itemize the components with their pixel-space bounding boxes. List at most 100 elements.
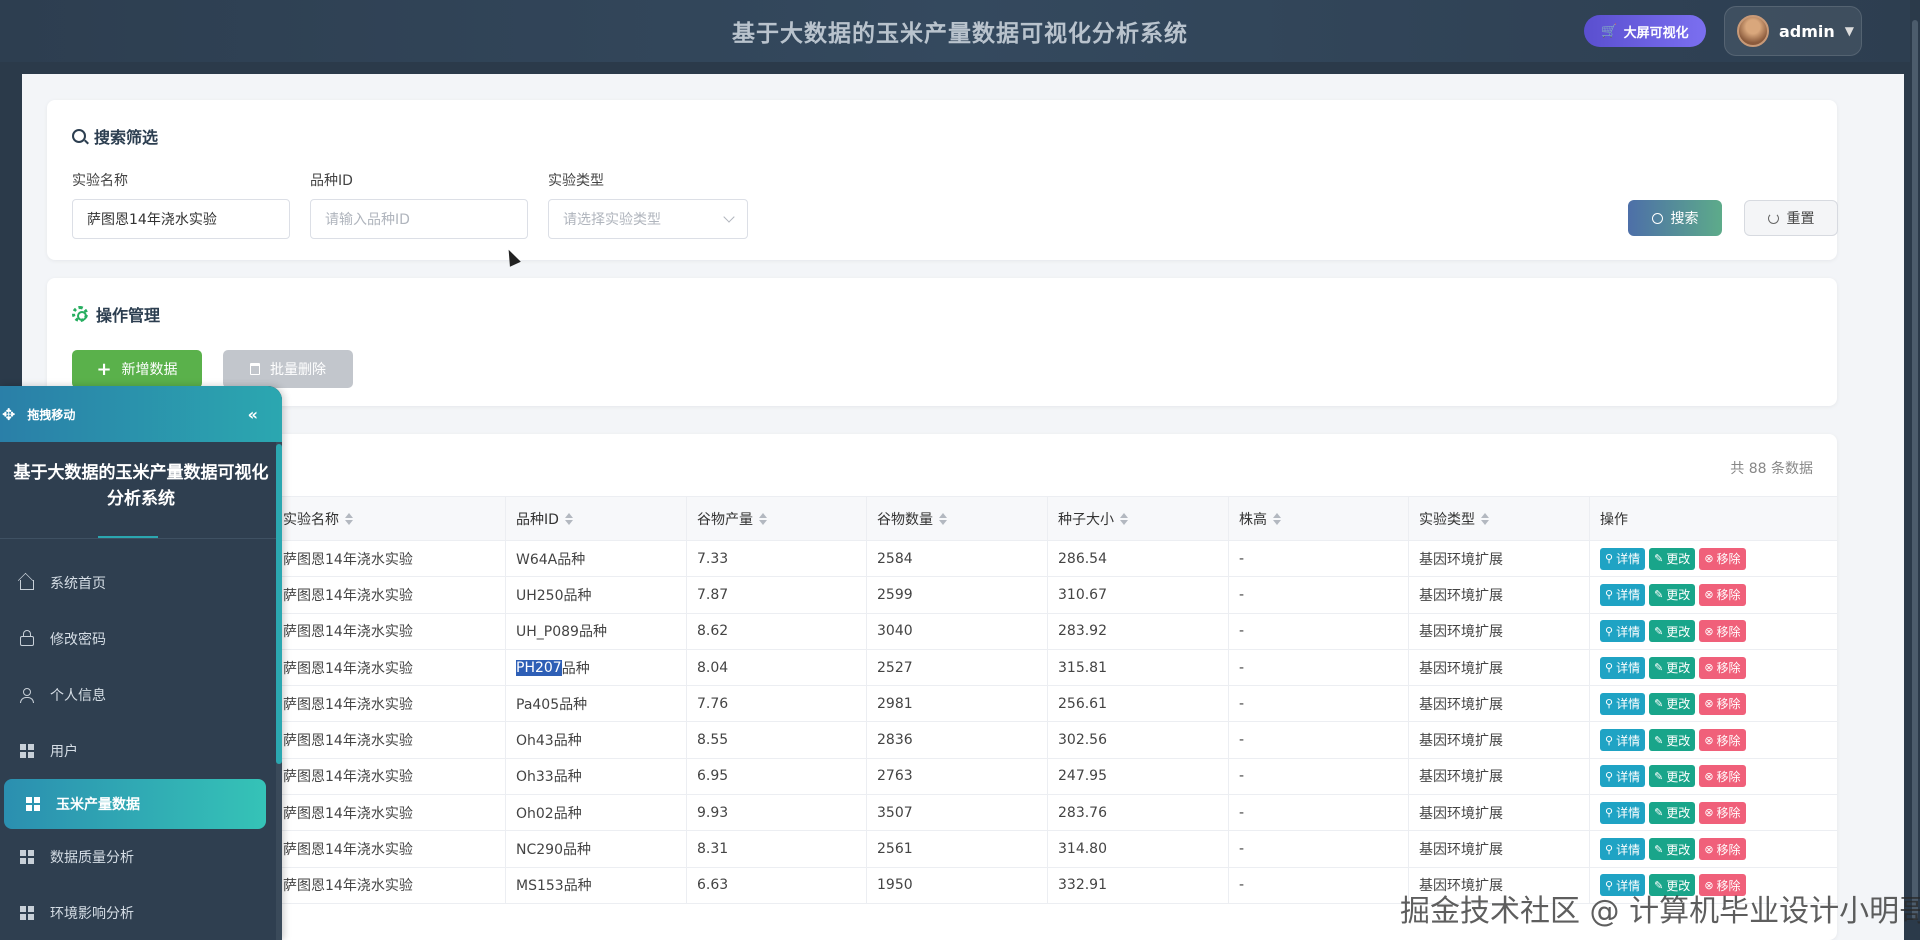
detail-button[interactable]: ⚲ 详情 <box>1600 656 1646 679</box>
detail-button[interactable]: ⚲ 详情 <box>1600 692 1646 715</box>
table-row[interactable]: 萨图恩14年浇水实验 Pa405品种 7.76 2981 256.61- 基因环境扩展 ⚲ 详… <box>47 686 1837 723</box>
edit-button[interactable]: ✎ 更改 <box>1649 583 1696 606</box>
remove-button[interactable]: ⊗ 移除 <box>1699 692 1746 715</box>
user-name: admin <box>1779 21 1835 41</box>
table-row[interactable]: 萨图恩14年浇水实验 Oh33品种 6.95 2763 247.95- 基因环境扩展 ⚲ 详情… <box>47 758 1837 796</box>
edit-button[interactable]: ✎ 更改 <box>1649 620 1696 643</box>
edit-button[interactable]: ✎ 更改 <box>1649 801 1696 824</box>
experiment-type-field: 实验类型 请选择实验类型 <box>548 170 748 239</box>
edit-button[interactable]: ✎ 更改 <box>1649 547 1696 570</box>
sidebar-scrollbar[interactable] <box>276 442 282 940</box>
table-cell: 302.56 <box>1048 722 1229 758</box>
remove-button[interactable]: ⊗ 移除 <box>1699 583 1746 606</box>
column-header[interactable]: 谷物数量 <box>867 497 1048 540</box>
variety-id-input[interactable]: 请输入品种ID <box>310 199 528 239</box>
table-cell: 2584 <box>867 541 1048 577</box>
table-row[interactable]: 萨图恩14年浇水实验 NC290品种 8.31 2561 314.80- 基因环境扩展 ⚲ 详… <box>47 831 1837 868</box>
table-row[interactable]: 萨图恩14年浇水实验 UH250品种 7.87 2599 310.67- 基因环境扩展 ⚲ 详… <box>47 577 1837 614</box>
page-scrollbar[interactable] <box>1910 0 1920 940</box>
remove-icon: ⊗ <box>1704 697 1714 711</box>
table-cell: 256.61 <box>1048 686 1229 722</box>
column-header[interactable]: 种子大小 <box>1048 497 1229 540</box>
table-cell: 1950 <box>867 867 1048 903</box>
remove-button[interactable]: ⊗ 移除 <box>1699 656 1746 679</box>
sidebar-item[interactable]: 修改密码 <box>0 611 282 667</box>
table-cell: 基因环境扩展 <box>1409 686 1590 722</box>
edit-button[interactable]: ✎ 更改 <box>1649 692 1696 715</box>
top-bar: 基于大数据的玉米产量数据可视化分析系统 🛒 大屏可视化 admin ▼ <box>0 0 1920 62</box>
row-actions: ⚲ 详情 ✎ 更改 ⊗ 移除 <box>1590 831 1896 866</box>
total-count: 共 88 条数据 <box>1730 461 1813 477</box>
edit-button[interactable]: ✎ 更改 <box>1649 838 1696 861</box>
table-row[interactable]: 萨图恩14年浇水实验 UH_P089品种 8.62 3040 283.92- 基因环境扩展… <box>47 613 1837 650</box>
table-cell: 283.92 <box>1048 613 1229 649</box>
column-header[interactable]: 株高 <box>1229 497 1409 540</box>
table-panel: 共 88 条数据 实验名称 品种ID 谷物产量 谷物数量 种子大小 株高 实验类型 操作 萨图… <box>47 434 1837 940</box>
detail-button[interactable]: ⚲ 详情 <box>1600 547 1646 570</box>
detail-button[interactable]: ⚲ 详情 <box>1600 583 1646 606</box>
table-cell: 283.76 <box>1048 795 1229 831</box>
detail-button[interactable]: ⚲ 详情 <box>1600 729 1646 752</box>
remove-button[interactable]: ⊗ 移除 <box>1699 765 1746 788</box>
detail-button[interactable]: ⚲ 详情 <box>1600 838 1646 861</box>
remove-button[interactable]: ⊗ 移除 <box>1699 547 1746 570</box>
table-row[interactable]: 萨图恩14年浇水实验 Oh02品种 9.93 3507 283.76- 基因环境扩展 ⚲ 详情… <box>47 795 1837 832</box>
watermark: 掘金技术社区 @ 计算机毕业设计小明哥 <box>1400 894 1920 929</box>
table-cell: 基因环境扩展 <box>1409 541 1590 577</box>
reset-button[interactable]: 重置 <box>1744 200 1838 236</box>
search-button[interactable]: 搜索 <box>1628 200 1722 236</box>
gear-icon <box>72 306 88 322</box>
table-row[interactable]: 萨图恩14年浇水实验 PH207 品种 8.04 2527 315.81- 基因环境扩展 ⚲ 详… <box>47 649 1837 687</box>
edit-button[interactable]: ✎ 更改 <box>1649 765 1696 788</box>
table-cell: 314.80 <box>1048 831 1229 867</box>
table-row[interactable]: 萨图恩14年浇水实验 W64A品种 7.33 2584 286.54- 基因环境扩展 ⚲ 详情… <box>47 541 1837 578</box>
table-cell: 332.91 <box>1048 867 1229 903</box>
table-cell: 2836 <box>867 722 1048 758</box>
detail-icon: ⚲ <box>1605 624 1614 638</box>
user-menu[interactable]: admin ▼ <box>1724 6 1862 56</box>
chevron-down-icon <box>723 211 735 223</box>
sidebar-item[interactable]: 玉米产量数据 <box>4 779 266 829</box>
add-data-button[interactable]: + 新增数据 <box>72 350 202 388</box>
drag-handle[interactable]: ✥ 拖拽移动 « <box>0 386 282 442</box>
remove-button[interactable]: ⊗ 移除 <box>1699 620 1746 643</box>
edit-button[interactable]: ✎ 更改 <box>1649 729 1696 752</box>
experiment-name-input[interactable]: 萨图恩14年浇水实验 <box>72 199 290 239</box>
sidebar-item[interactable]: 环境影响分析 <box>0 885 282 940</box>
remove-button[interactable]: ⊗ 移除 <box>1699 801 1746 824</box>
table-cell: 基因环境扩展 <box>1409 831 1590 867</box>
remove-icon: ⊗ <box>1704 588 1714 602</box>
move-icon: ✥ <box>2 404 16 424</box>
table-cell: UH250品种 <box>506 577 687 613</box>
detail-button[interactable]: ⚲ 详情 <box>1600 620 1646 643</box>
experiment-type-select[interactable]: 请选择实验类型 <box>548 199 748 239</box>
detail-button[interactable]: ⚲ 详情 <box>1600 765 1646 788</box>
remove-button[interactable]: ⊗ 移除 <box>1699 729 1746 752</box>
edit-icon: ✎ <box>1654 588 1664 602</box>
big-screen-button[interactable]: 🛒 大屏可视化 <box>1584 15 1706 47</box>
table-cell: - <box>1229 577 1409 613</box>
row-actions: ⚲ 详情 ✎ 更改 ⊗ 移除 <box>1590 650 1896 685</box>
table-cell: 2763 <box>867 758 1048 795</box>
remove-icon: ⊗ <box>1704 733 1714 747</box>
column-header[interactable]: 谷物产量 <box>687 497 867 540</box>
column-header[interactable]: 品种ID <box>506 497 687 540</box>
sidebar-item[interactable]: 用户 <box>0 723 282 779</box>
column-header[interactable]: 实验类型 <box>1409 497 1590 540</box>
edit-icon: ✎ <box>1654 769 1664 783</box>
table-cell: PH207 品种 <box>506 649 687 686</box>
big-screen-label: 大屏可视化 <box>1623 25 1689 41</box>
refresh-icon <box>1767 212 1779 224</box>
sidebar-item[interactable]: 数据质量分析 <box>0 829 282 885</box>
collapse-icon[interactable]: « <box>248 405 258 424</box>
edit-button[interactable]: ✎ 更改 <box>1649 656 1696 679</box>
table-cell: - <box>1229 758 1409 795</box>
remove-button[interactable]: ⊗ 移除 <box>1699 838 1746 861</box>
ops-heading: 操作管理 <box>72 302 160 326</box>
sidebar-item[interactable]: 系统首页 <box>0 555 282 611</box>
table-row[interactable]: 萨图恩14年浇水实验 Oh43品种 8.55 2836 302.56- 基因环境扩展 ⚲ 详情… <box>47 722 1837 759</box>
bulk-delete-button[interactable]: 批量删除 <box>223 350 353 388</box>
row-actions: ⚲ 详情 ✎ 更改 ⊗ 移除 <box>1590 614 1896 649</box>
detail-button[interactable]: ⚲ 详情 <box>1600 801 1646 824</box>
sidebar-item[interactable]: 个人信息 <box>0 667 282 723</box>
